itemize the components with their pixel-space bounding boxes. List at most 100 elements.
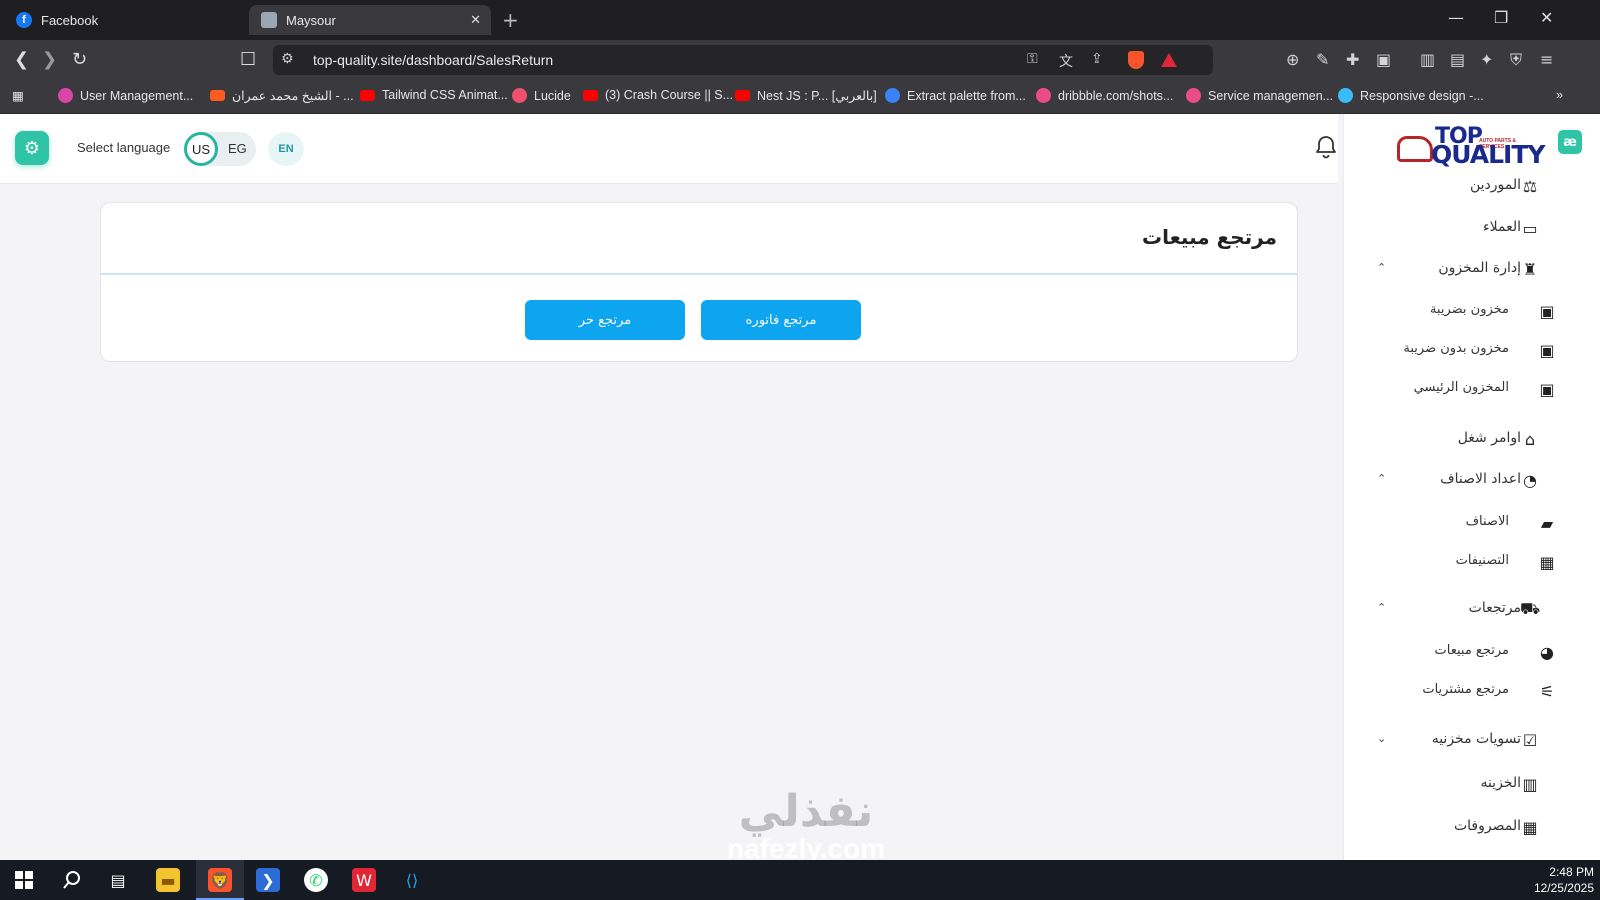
brave-browser-icon[interactable]: 🦁: [208, 868, 232, 892]
sidebar-item[interactable]: ▭ العملاء: [1343, 214, 1600, 244]
sidebar-item[interactable]: ▣ المخزون الرئيسي: [1343, 375, 1600, 405]
archive-box-icon: ▣: [1539, 340, 1555, 360]
archive-box-icon: ▣: [1539, 301, 1555, 321]
task-view-icon[interactable]: ▤: [106, 868, 130, 892]
windows-start-icon[interactable]: [12, 868, 36, 892]
youtube-icon: [583, 89, 598, 101]
bookmark-item[interactable]: dribbble.com/shots...: [1036, 88, 1173, 103]
bookmark-item[interactable]: Nest JS : P... [بالعربي]: [735, 88, 877, 103]
address-bar[interactable]: ⚙ top-quality.site/dashboard/SalesReturn…: [273, 45, 1213, 75]
sidebar-item[interactable]: ⚟ مرتجع مشتريات: [1343, 677, 1600, 707]
restore-window-icon[interactable]: ❐: [1494, 8, 1508, 27]
lang-eg-option[interactable]: EG: [228, 141, 247, 156]
sidebar-item[interactable]: ◔ اعداد الاصناف ⌃: [1343, 466, 1600, 496]
sidebar-item[interactable]: ☑ تسويات مخزنيه ⌄: [1343, 726, 1600, 756]
share-icon[interactable]: ⇪: [1091, 51, 1103, 67]
bookmark-item[interactable]: User Management...: [58, 88, 193, 103]
current-language-badge[interactable]: EN: [268, 132, 304, 166]
extension-icon[interactable]: ⊕: [1286, 50, 1299, 69]
url-text[interactable]: top-quality.site/dashboard/SalesReturn: [313, 52, 553, 68]
free-return-button[interactable]: مرتجع حر: [525, 300, 685, 340]
sidebar-item[interactable]: ▥ الخزينه: [1343, 770, 1600, 800]
chevron-up-icon[interactable]: ⌃: [1377, 601, 1386, 614]
tab-maysour[interactable]: Maysour ✕: [249, 5, 491, 35]
sidebar-item-label: الموردين: [1469, 177, 1521, 193]
color-picker-icon[interactable]: ✎: [1316, 50, 1329, 69]
bookmarks-bar: ▦ User Management... الشيخ محمد عمران - …: [0, 80, 1600, 114]
bookmark-item[interactable]: الشيخ محمد عمران - ...: [210, 88, 354, 103]
bookmark-item[interactable]: Tailwind CSS Animat...: [360, 88, 508, 102]
invoice-return-button[interactable]: مرتجع فاتوره: [701, 300, 861, 340]
sidebar-item[interactable]: ⛟ مرتجعات ⌃: [1343, 595, 1600, 625]
dribbble-icon: [1036, 88, 1051, 103]
leo-ai-icon[interactable]: ✦: [1480, 50, 1493, 69]
wps-office-icon[interactable]: W: [352, 868, 376, 892]
app-header: ⚙ Select language US EG EN: [0, 114, 1338, 184]
bookmark-item[interactable]: Lucide: [512, 88, 571, 103]
sidebar-item[interactable]: ▦ المصروفات: [1343, 813, 1600, 843]
brave-shields-icon[interactable]: [1128, 51, 1144, 69]
treasury-icon: ▥: [1522, 774, 1538, 794]
app-logo-icon[interactable]: æ: [1558, 130, 1582, 154]
tab-facebook[interactable]: f Facebook: [4, 5, 240, 35]
vscode-icon[interactable]: ⟨⟩: [400, 868, 424, 892]
company-logo: TOP AUTO PARTS & SERVICES QUALITY: [1397, 124, 1546, 170]
close-window-icon[interactable]: ✕: [1540, 8, 1553, 27]
chevron-up-icon[interactable]: ⌃: [1377, 472, 1386, 485]
whatsapp-icon[interactable]: ✆: [304, 868, 328, 892]
more-bookmarks-icon[interactable]: »: [1556, 88, 1563, 102]
chevron-down-icon[interactable]: ⌄: [1377, 732, 1386, 745]
sidebar-item[interactable]: ▰ الاصناف: [1343, 509, 1600, 539]
sidebar-item[interactable]: ▦ التصنيفات: [1343, 548, 1600, 578]
site-favicon: [261, 12, 277, 28]
lucide-icon: [512, 88, 527, 103]
site-info-icon[interactable]: ⚙: [281, 51, 294, 67]
back-icon[interactable]: ❮: [14, 49, 29, 70]
language-toggle[interactable]: US EG: [184, 132, 256, 166]
close-tab-icon[interactable]: ✕: [470, 12, 481, 28]
sidebar-item[interactable]: ◕ مرتجع مبيعات: [1343, 638, 1600, 668]
system-clock[interactable]: 2:48 PM 12/25/2025: [1534, 864, 1594, 896]
settings-gear-icon[interactable]: ⚙: [15, 131, 49, 165]
chevron-up-icon[interactable]: ⌃: [1377, 261, 1386, 274]
bookmark-item[interactable]: Extract palette from...: [885, 88, 1026, 103]
sidebar-item[interactable]: ▣ مخزون بدون ضريبة: [1343, 336, 1600, 366]
menu-icon[interactable]: ≡: [1540, 50, 1553, 69]
bookmark-favicon: [885, 88, 900, 103]
facebook-icon: f: [16, 12, 32, 28]
minimize-window-icon[interactable]: —: [1448, 8, 1464, 27]
watermark: نفذلي nafezly.com: [726, 786, 886, 864]
sidebar-item[interactable]: ♜ إدارة المخزون ⌃: [1343, 255, 1600, 285]
vpn-shield-icon[interactable]: ⛨: [1510, 50, 1522, 70]
wallet-icon[interactable]: ▤: [1450, 50, 1465, 69]
file-explorer-icon[interactable]: ▬: [156, 868, 180, 892]
notifications-bell-icon[interactable]: [1314, 134, 1338, 164]
puzzle-icon[interactable]: ✚: [1346, 50, 1359, 69]
bookmark-item[interactable]: Responsive design -...: [1338, 88, 1484, 103]
search-icon[interactable]: [60, 868, 84, 892]
forward-icon[interactable]: ❯: [42, 49, 57, 70]
apps-grid-icon[interactable]: ▦: [12, 88, 24, 103]
sidebar-item-label: تسويات مخزنيه: [1431, 731, 1521, 747]
powershell-icon[interactable]: ❯: [256, 868, 280, 892]
sidebar-item-label: مخزون بدون ضريبة: [1403, 341, 1509, 356]
translate-icon[interactable]: 文: [1059, 51, 1073, 71]
customers-card-icon: ▭: [1522, 218, 1538, 238]
bookmark-item[interactable]: (3) Crash Course || S...: [583, 88, 733, 102]
screenshot-icon[interactable]: ▣: [1376, 50, 1391, 69]
new-tab-button[interactable]: +: [502, 8, 519, 32]
tailwind-icon: [1338, 88, 1353, 103]
bookmark-icon[interactable]: ☐: [240, 49, 256, 70]
brave-rewards-icon[interactable]: [1161, 53, 1177, 67]
password-key-icon[interactable]: ⚿: [1027, 51, 1038, 67]
sidebar-toggle-icon[interactable]: ▥: [1420, 50, 1435, 69]
lang-us-option[interactable]: US: [184, 132, 218, 166]
sidebar-item[interactable]: ⚖ الموردين: [1343, 172, 1600, 202]
sidebar-item[interactable]: ▣ مخزون بضريبة: [1343, 297, 1600, 327]
suppliers-icon: ⚖: [1522, 176, 1538, 196]
reload-icon[interactable]: ↻: [72, 49, 87, 70]
browser-tab-bar: f Facebook Maysour ✕ + — ❐ ✕: [0, 0, 1600, 40]
bookmark-item[interactable]: Service managemen...: [1186, 88, 1333, 103]
sidebar-item[interactable]: ⌂ اوامر شغل: [1343, 425, 1600, 455]
windows-taskbar: ▤ ▬ 🦁 ❯ ✆ W ⟨⟩ 2:48 PM 12/25/2025: [0, 860, 1600, 900]
